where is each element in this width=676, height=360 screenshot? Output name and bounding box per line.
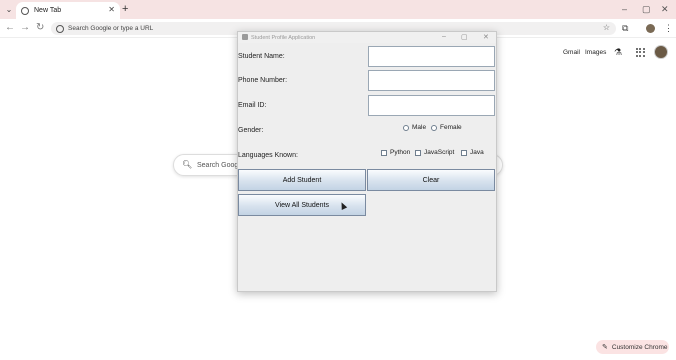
bookmark-star-icon[interactable]: ☆ (603, 23, 610, 32)
javascript-checkbox[interactable]: JavaScript (415, 149, 454, 156)
reload-icon[interactable]: ↻ (36, 23, 44, 33)
close-icon[interactable]: ✕ (483, 33, 489, 41)
checkbox-indicator (381, 149, 387, 156)
tab-strip: ⌄ New Tab ✕ + – ▢ ✕ (0, 0, 676, 19)
labs-flask-icon[interactable]: ⚗ (614, 47, 622, 58)
google-icon (56, 24, 64, 33)
checkbox-indicator (415, 149, 421, 156)
student-name-field[interactable] (368, 46, 495, 67)
minimize-icon[interactable]: – (622, 4, 627, 14)
python-checkbox[interactable]: Python (381, 149, 410, 156)
python-label: Python (390, 149, 411, 156)
images-link[interactable]: Images (585, 49, 606, 56)
view-all-students-button[interactable]: View All Students (238, 194, 366, 216)
customize-chrome-button[interactable]: ✎ Customize Chrome (596, 340, 669, 354)
radio-indicator (431, 124, 437, 131)
window-titlebar[interactable]: Student Profile Application – ▢ ✕ (238, 32, 496, 43)
languages-label: Languages Known: (238, 152, 298, 159)
student-profile-window: Student Profile Application – ▢ ✕ Studen… (237, 31, 497, 292)
back-icon[interactable]: ← (5, 23, 15, 33)
tab-search-icon[interactable]: ⌄ (3, 3, 15, 15)
phone-number-label: Phone Number: (238, 77, 288, 84)
checkbox-indicator (461, 149, 467, 156)
forward-icon[interactable]: → (20, 23, 30, 33)
close-window-icon[interactable]: ✕ (661, 4, 669, 15)
window-title: Student Profile Application (251, 34, 316, 41)
javascript-label: JavaScript (424, 149, 455, 156)
pencil-icon: ✎ (602, 344, 608, 351)
profile-avatar-icon[interactable] (646, 24, 655, 33)
omnibox-placeholder: Search Google or type a URL (68, 25, 154, 32)
minimize-icon[interactable]: – (442, 33, 446, 40)
new-tab-button[interactable]: + (122, 3, 128, 15)
clear-button[interactable]: Clear (367, 169, 495, 191)
gender-male-label: Male (412, 124, 427, 131)
menu-icon[interactable]: ⋮ (664, 23, 673, 34)
maximize-icon[interactable]: ▢ (642, 4, 651, 15)
chrome-favicon-icon (21, 6, 29, 15)
close-tab-icon[interactable]: ✕ (108, 5, 115, 14)
customize-label: Customize Chrome (611, 343, 668, 351)
tab-title: New Tab (34, 7, 62, 14)
apps-grid-icon[interactable] (636, 48, 645, 57)
tab-new-tab[interactable]: New Tab ✕ (16, 2, 120, 19)
student-name-label: Student Name: (238, 53, 285, 60)
java-checkbox[interactable]: Java (461, 149, 484, 156)
gender-label: Gender: (238, 127, 264, 134)
account-avatar[interactable] (654, 45, 668, 59)
java-app-icon (242, 34, 248, 40)
maximize-icon[interactable]: ▢ (461, 33, 468, 41)
gender-male-radio[interactable]: Male (403, 124, 426, 131)
gender-female-label: Female (440, 124, 462, 131)
gender-female-radio[interactable]: Female (431, 124, 462, 131)
phone-number-field[interactable] (368, 70, 495, 91)
radio-indicator (403, 124, 409, 131)
email-label: Email ID: (238, 102, 267, 109)
email-field[interactable] (368, 95, 495, 116)
add-student-button[interactable]: Add Student (238, 169, 366, 191)
search-icon: 🔍︎ (182, 160, 193, 169)
gmail-link[interactable]: Gmail (563, 49, 580, 56)
java-label: Java (470, 149, 484, 156)
extensions-icon[interactable]: ⧉ (622, 23, 628, 34)
